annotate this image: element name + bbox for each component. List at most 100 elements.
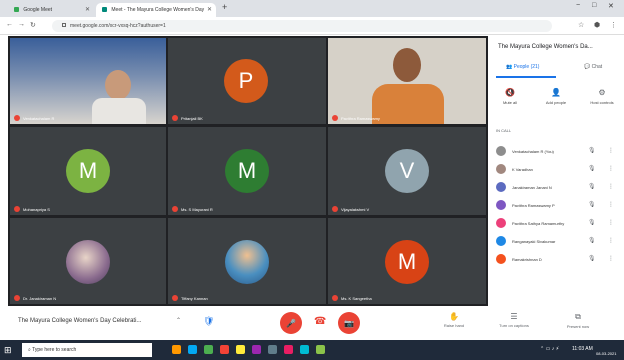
- forward-arrow-icon[interactable]: →: [18, 21, 25, 28]
- more-options-icon[interactable]: ⋮: [608, 165, 614, 172]
- participant-name: Tiffany Kannan: [172, 295, 208, 301]
- mic-off-icon: [172, 115, 178, 121]
- lock-icon: [62, 23, 66, 27]
- browser-tab-bar: Google Meet ✕ Meet - The Mayura College …: [0, 0, 624, 17]
- taskbar-app-icon[interactable]: [284, 345, 293, 354]
- minimize-button[interactable]: −: [576, 2, 580, 9]
- participant-list-item[interactable]: Pavithra Ramaswamy P 🎙 ⋮: [496, 198, 620, 212]
- people-icon: 👥: [506, 64, 514, 70]
- participant-name: Pritanjali BK: [172, 115, 203, 121]
- mic-icon: 🎙: [588, 166, 596, 172]
- participant-tile[interactable]: M Ms. S Mayurani R: [168, 127, 326, 215]
- participant-name: Pavithra Ramaswamy: [332, 115, 380, 121]
- taskbar-app-icon[interactable]: [300, 345, 309, 354]
- participant-tile[interactable]: M Ms. K Sangeetha: [328, 218, 486, 304]
- meeting-title[interactable]: The Mayura College Women's Day Celebrati…: [18, 318, 141, 324]
- taskbar-search-input[interactable]: ⌕ Type here to search: [22, 343, 152, 357]
- system-tray-icons[interactable]: ⌃ ▭ ♪ ⚡: [540, 346, 559, 352]
- more-options-icon[interactable]: ⋮: [608, 183, 614, 190]
- meeting-controls-bar: The Mayura College Women's Day Celebrati…: [0, 306, 624, 340]
- more-options-icon[interactable]: ⋮: [608, 219, 614, 226]
- shield-icon[interactable]: 🛡: [203, 316, 214, 327]
- mic-icon: 🎙: [588, 184, 596, 190]
- windows-start-icon[interactable]: ⊞: [4, 345, 12, 356]
- tab-chat[interactable]: 💬 Chat: [584, 64, 602, 70]
- raise-hand-button[interactable]: ✋ Raise hand: [432, 312, 476, 328]
- mic-off-icon: 🎤: [286, 318, 296, 328]
- hand-icon: ✋: [449, 312, 459, 321]
- taskbar-app-icon[interactable]: [172, 345, 181, 354]
- camera-toggle-button[interactable]: 📷: [338, 312, 360, 334]
- windows-taskbar: ⊞ ⌕ Type here to search ⌃ ▭ ♪ ⚡ 11:03 AM…: [0, 340, 624, 360]
- participant-list-item[interactable]: Janakiraman Janani N 🎙 ⋮: [496, 180, 620, 194]
- taskbar-app-icon[interactable]: [188, 345, 197, 354]
- clock-date[interactable]: 08-03-2021: [596, 351, 616, 356]
- menu-icon[interactable]: ⋮: [610, 21, 617, 29]
- participant-tile[interactable]: M Mohanapriya S: [10, 127, 166, 215]
- avatar: [496, 182, 506, 192]
- participant-tile[interactable]: Pavithra Ramaswamy: [328, 38, 486, 124]
- participant-saree: [372, 84, 444, 124]
- address-bar[interactable]: meet.google.com/xcr-vxsq-hcz?authuser=1: [52, 20, 552, 32]
- mute-icon: 🔇: [505, 88, 515, 97]
- participant-list-item[interactable]: Ramakrishnan D 🎙 ⋮: [496, 252, 620, 266]
- clock-time[interactable]: 11:03 AM: [572, 346, 593, 352]
- participant-list-item[interactable]: Pavithra Sathya Ramamurthy 🎙 ⋮: [496, 216, 620, 230]
- taskbar-app-icon[interactable]: [316, 345, 325, 354]
- reload-icon[interactable]: ↻: [30, 21, 36, 29]
- star-icon[interactable]: ☆: [578, 21, 584, 29]
- participant-list-item[interactable]: K Varadhan 🎙 ⋮: [496, 162, 620, 176]
- participant-tile[interactable]: V Vijayalakshmi V: [328, 127, 486, 215]
- more-options-icon[interactable]: ⋮: [608, 237, 614, 244]
- mic-off-icon: [172, 206, 178, 212]
- chat-icon: 💬: [584, 64, 592, 70]
- present-now-button[interactable]: ⧉ Present now: [556, 312, 600, 329]
- participant-list-item[interactable]: Venkatachalam R (You) 🎙 ⋮: [496, 144, 620, 158]
- mic-off-icon: [332, 295, 338, 301]
- new-tab-button[interactable]: +: [222, 2, 227, 12]
- participant-tile[interactable]: Venkatachalam R: [10, 38, 166, 124]
- mute-all-button[interactable]: 🔇 Mute all: [494, 88, 526, 105]
- mic-off-icon: [172, 295, 178, 301]
- close-window-button[interactable]: ✕: [608, 2, 614, 10]
- participant-tile[interactable]: Tiffany Kannan: [168, 218, 326, 304]
- active-tab-indicator: [496, 76, 556, 78]
- microphone-toggle-button[interactable]: 🎤: [280, 312, 302, 334]
- browser-tab-1[interactable]: Google Meet ✕: [8, 3, 94, 17]
- mic-off-icon: [332, 115, 338, 121]
- more-options-icon[interactable]: ⋮: [608, 255, 614, 262]
- taskbar-app-icon[interactable]: [252, 345, 261, 354]
- tab-people[interactable]: 👥 People (21): [506, 64, 539, 70]
- close-tab-icon[interactable]: ✕: [85, 6, 90, 13]
- participant-avatar: P: [224, 59, 268, 103]
- add-person-icon: 👤: [551, 88, 561, 97]
- chevron-up-icon[interactable]: ⌃: [176, 317, 181, 324]
- taskbar-app-icon[interactable]: [268, 345, 277, 354]
- avatar: [496, 146, 506, 156]
- avatar: [496, 218, 506, 228]
- address-toolbar: ← → ↻ meet.google.com/xcr-vxsq-hcz?authu…: [0, 17, 624, 35]
- more-options-icon[interactable]: ⋮: [608, 201, 614, 208]
- meet-favicon-icon: [14, 7, 19, 12]
- add-people-button[interactable]: 👤 Add people: [540, 88, 572, 105]
- captions-button[interactable]: ☰ Turn on captions: [492, 312, 536, 328]
- participant-tile[interactable]: Dr. Janakiraman N: [10, 218, 166, 304]
- more-options-icon[interactable]: ⋮: [608, 147, 614, 154]
- participant-face: [105, 70, 131, 100]
- browser-tab-2[interactable]: Meet - The Mayura College Women's Day ✕: [96, 3, 216, 17]
- taskbar-app-icon[interactable]: [220, 345, 229, 354]
- participant-tile[interactable]: P Pritanjali BK: [168, 38, 326, 124]
- present-icon: ⧉: [575, 312, 581, 321]
- extensions-icon[interactable]: ⬢: [594, 21, 600, 29]
- participant-list-item[interactable]: Ranganayaki Sivakumar 🎙 ⋮: [496, 234, 620, 248]
- host-controls-button[interactable]: ⚙ Host controls: [586, 88, 618, 105]
- mic-icon: 🎙: [588, 256, 596, 262]
- mic-off-icon: [14, 295, 20, 301]
- close-tab-icon[interactable]: ✕: [207, 6, 212, 13]
- taskbar-app-icon[interactable]: [236, 345, 245, 354]
- participant-avatar: M: [385, 240, 429, 284]
- maximize-button[interactable]: □: [592, 2, 596, 9]
- taskbar-app-icon[interactable]: [204, 345, 213, 354]
- end-call-button[interactable]: ☎: [314, 316, 326, 327]
- back-arrow-icon[interactable]: ←: [6, 21, 13, 28]
